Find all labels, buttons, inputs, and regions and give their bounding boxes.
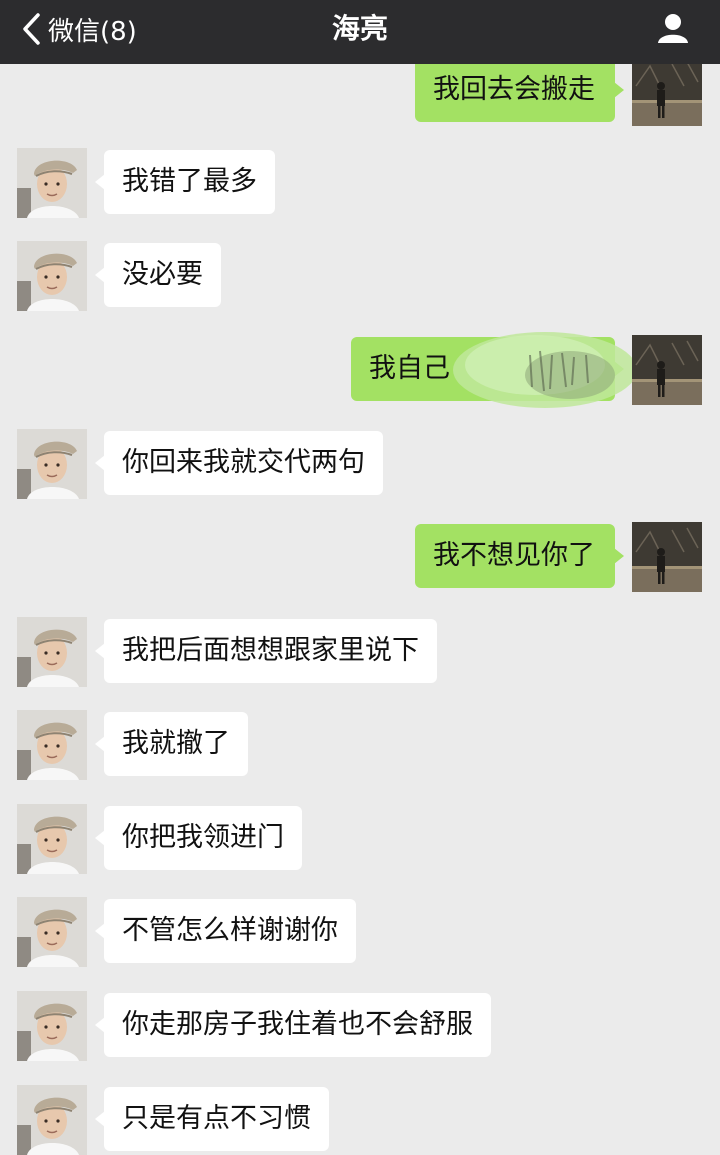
my-avatar[interactable] bbox=[632, 335, 702, 405]
incoming-message-bubble[interactable]: 不管怎么样谢谢你 bbox=[95, 899, 356, 963]
incoming-message-bubble[interactable]: 我就撤了 bbox=[95, 712, 248, 776]
contact-avatar[interactable] bbox=[17, 804, 87, 874]
incoming-message-bubble[interactable]: 你把我领进门 bbox=[95, 806, 302, 870]
incoming-message-bubble[interactable]: 没必要 bbox=[95, 243, 221, 307]
chat-message-list[interactable]: 我回去会搬走 我错了最多 没必要 我自己 你回来我就交代两句 我不想见你了 我把… bbox=[0, 0, 720, 1155]
contact-avatar[interactable] bbox=[17, 897, 87, 967]
my-avatar[interactable] bbox=[632, 522, 702, 592]
contact-avatar[interactable] bbox=[17, 710, 87, 780]
incoming-message-bubble[interactable]: 你走那房子我住着也不会舒服 bbox=[95, 993, 491, 1057]
contact-avatar[interactable] bbox=[17, 991, 87, 1061]
incoming-message-bubble[interactable]: 我把后面想想跟家里说下 bbox=[95, 619, 437, 683]
incoming-message-bubble[interactable]: 你回来我就交代两句 bbox=[95, 431, 383, 495]
contact-avatar[interactable] bbox=[17, 148, 87, 218]
contact-avatar[interactable] bbox=[17, 1085, 87, 1155]
contact-profile-button[interactable] bbox=[656, 11, 690, 45]
outgoing-message-bubble[interactable]: 我不想见你了 bbox=[415, 524, 624, 588]
chat-header: 微信(8) 海亮 bbox=[0, 0, 720, 64]
message-text: 我自己 bbox=[369, 353, 450, 384]
incoming-message-bubble[interactable]: 只是有点不习惯 bbox=[95, 1087, 329, 1151]
my-avatar[interactable] bbox=[632, 56, 702, 126]
contact-avatar[interactable] bbox=[17, 241, 87, 311]
person-icon bbox=[658, 14, 688, 43]
contact-avatar[interactable] bbox=[17, 617, 87, 687]
outgoing-message-bubble[interactable]: 我回去会搬走 bbox=[415, 58, 624, 122]
chat-title: 海亮 bbox=[331, 12, 388, 45]
outgoing-message-bubble[interactable]: 我自己 bbox=[351, 337, 624, 401]
contact-avatar[interactable] bbox=[17, 429, 87, 499]
incoming-message-bubble[interactable]: 我错了最多 bbox=[95, 150, 275, 214]
